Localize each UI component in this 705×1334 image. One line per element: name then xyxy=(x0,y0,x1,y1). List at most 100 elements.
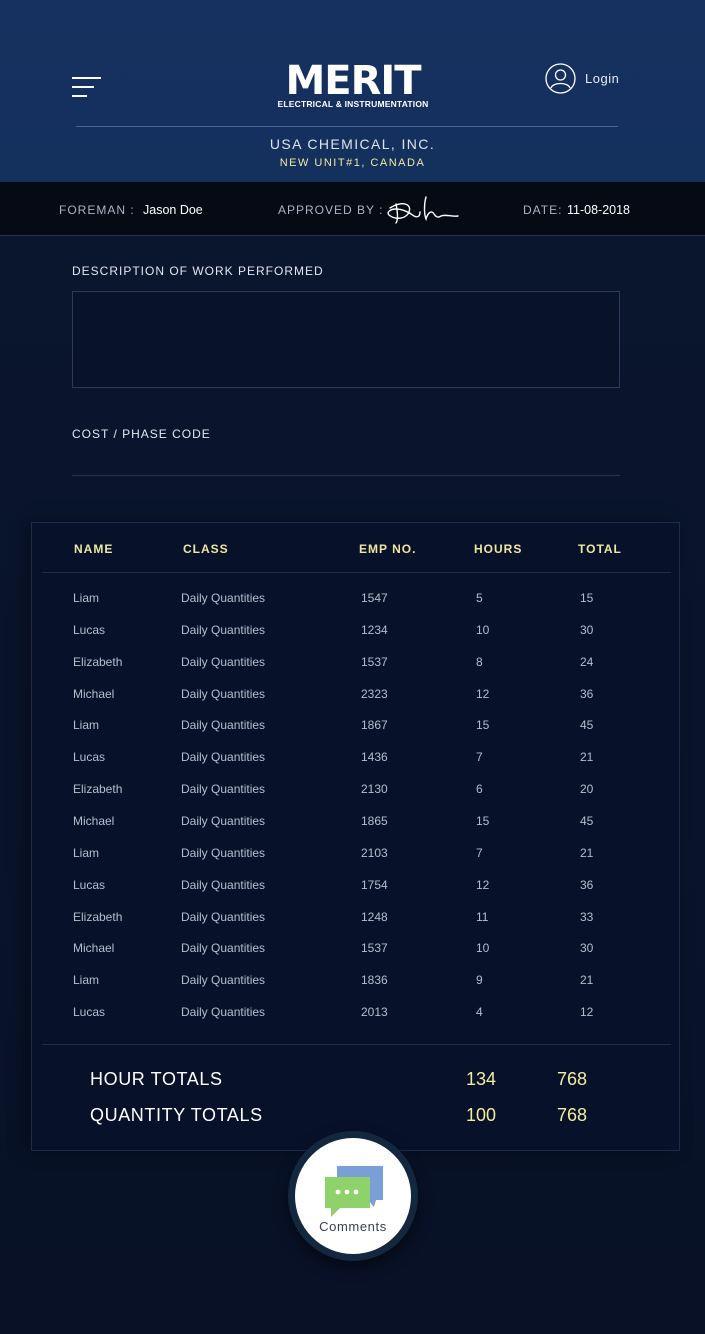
table-row: Liam Daily Quantities 1547 5 15 xyxy=(32,591,681,611)
cell-hours: 10 xyxy=(476,622,490,637)
cell-hours: 7 xyxy=(476,750,483,765)
cell-name: Lucas xyxy=(73,750,106,765)
cell-name: Lucas xyxy=(73,877,106,892)
info-bar: FOREMAN : Jason Doe APPROVED BY : DATE: … xyxy=(0,182,705,236)
cell-hours: 10 xyxy=(476,941,490,956)
cell-hours: 12 xyxy=(476,686,490,701)
description-field[interactable] xyxy=(72,291,620,388)
cell-hours: 15 xyxy=(476,813,490,828)
cell-hours: 5 xyxy=(476,591,483,605)
logo-text: MERIT xyxy=(285,58,421,104)
description-label: DESCRIPTION OF WORK PERFORMED xyxy=(72,264,324,278)
cell-hours: 12 xyxy=(476,877,490,892)
column-header-hours: HOURS xyxy=(474,542,523,556)
table-row: Liam Daily Quantities 1836 9 21 xyxy=(32,973,681,993)
table-row: Lucas Daily Quantities 1754 12 36 xyxy=(32,878,681,898)
cell-emp-no: 2323 xyxy=(361,686,388,701)
app-header: MERIT ELECTRICAL & INSTRUMENTATION Login… xyxy=(0,0,705,182)
table-row: Elizabeth Daily Quantities 1537 8 24 xyxy=(32,655,681,675)
cell-name: Lucas xyxy=(73,622,106,637)
cell-name: Liam xyxy=(73,591,100,605)
cell-name: Liam xyxy=(73,718,100,733)
timesheet-table: NAME CLASS EMP NO. HOURS TOTAL Liam Daily… xyxy=(31,522,680,1151)
cell-total: 15 xyxy=(580,591,594,605)
cell-emp-no: 1234 xyxy=(361,622,388,637)
table-row: Elizabeth Daily Quantities 2130 6 20 xyxy=(32,782,681,802)
cell-emp-no: 2013 xyxy=(361,1005,388,1020)
cell-class: Daily Quantities xyxy=(181,1005,266,1020)
cell-name: Liam xyxy=(73,845,100,860)
hour-totals-hours: 134 xyxy=(466,1069,497,1089)
table-header-divider xyxy=(42,572,671,573)
comments-button[interactable]: Comments xyxy=(295,1138,411,1254)
cell-total: 24 xyxy=(580,654,594,669)
cell-emp-no: 1547 xyxy=(361,591,388,605)
cell-emp-no: 1754 xyxy=(361,877,388,892)
cell-total: 45 xyxy=(580,718,594,733)
cost-phase-code-field[interactable] xyxy=(72,475,620,476)
cell-hours: 15 xyxy=(476,718,490,733)
cell-class: Daily Quantities xyxy=(181,909,266,924)
cell-emp-no: 1537 xyxy=(361,654,388,669)
cell-name: Elizabeth xyxy=(73,782,123,797)
header-divider xyxy=(76,126,618,127)
cell-total: 21 xyxy=(580,845,594,860)
cell-total: 21 xyxy=(580,973,594,988)
cell-class: Daily Quantities xyxy=(181,686,266,701)
table-row: Lucas Daily Quantities 1234 10 30 xyxy=(32,623,681,643)
table-row: Lucas Daily Quantities 1436 7 21 xyxy=(32,750,681,770)
column-header-emp-no: EMP NO. xyxy=(359,542,417,556)
foreman-value: Jason Doe xyxy=(143,203,203,217)
cell-name: Elizabeth xyxy=(73,909,123,924)
table-row: Liam Daily Quantities 1867 15 45 xyxy=(32,718,681,738)
approved-by-label: APPROVED BY : xyxy=(278,203,384,217)
cell-total: 30 xyxy=(580,941,594,956)
cell-emp-no: 1436 xyxy=(361,750,388,765)
cell-class: Daily Quantities xyxy=(181,654,266,669)
company-location: NEW UNIT#1, CANADA xyxy=(279,157,426,169)
table-row: Michael Daily Quantities 2323 12 36 xyxy=(32,687,681,707)
date-label: DATE: xyxy=(523,203,563,217)
cell-total: 12 xyxy=(580,1005,594,1020)
cell-class: Daily Quantities xyxy=(181,782,266,797)
cell-hours: 9 xyxy=(476,973,483,988)
cell-class: Daily Quantities xyxy=(181,941,266,956)
cell-total: 33 xyxy=(580,909,594,924)
cell-emp-no: 1537 xyxy=(361,941,388,956)
table-row: Michael Daily Quantities 1865 15 45 xyxy=(32,814,681,834)
logo-subtitle: ELECTRICAL & INSTRUMENTATION xyxy=(277,99,429,109)
cell-emp-no: 2130 xyxy=(361,782,388,797)
table-row: Michael Daily Quantities 1537 10 30 xyxy=(32,941,681,961)
comments-button-ring: Comments xyxy=(288,1131,418,1261)
cell-name: Lucas xyxy=(73,1005,106,1020)
cell-emp-no: 2103 xyxy=(361,845,388,860)
cell-class: Daily Quantities xyxy=(181,622,266,637)
cell-class: Daily Quantities xyxy=(181,591,266,605)
login-label: Login xyxy=(585,70,620,86)
cell-hours: 7 xyxy=(476,845,483,860)
cell-total: 21 xyxy=(580,750,594,765)
comments-label: Comments xyxy=(319,1219,387,1234)
chat-bubbles-icon xyxy=(325,1166,383,1217)
hamburger-menu-icon[interactable] xyxy=(72,77,102,99)
quantity-totals-label: QUANTITY TOTALS xyxy=(90,1105,263,1125)
cell-hours: 8 xyxy=(476,654,483,669)
column-header-class: CLASS xyxy=(183,542,229,556)
cell-class: Daily Quantities xyxy=(181,877,266,892)
quantity-totals-hours: 100 xyxy=(466,1105,497,1125)
cell-emp-no: 1836 xyxy=(361,973,388,988)
hour-totals-total: 768 xyxy=(557,1069,588,1089)
approver-signature xyxy=(387,196,459,224)
cell-name: Michael xyxy=(73,941,115,956)
merit-logo: MERIT ELECTRICAL & INSTRUMENTATION xyxy=(275,58,431,112)
foreman-label: FOREMAN : xyxy=(59,203,135,217)
cell-emp-no: 1867 xyxy=(361,718,388,733)
cell-total: 36 xyxy=(580,877,594,892)
quantity-totals-total: 768 xyxy=(557,1105,588,1125)
cell-name: Michael xyxy=(73,686,115,701)
cell-class: Daily Quantities xyxy=(181,813,266,828)
user-icon xyxy=(545,62,576,94)
cell-hours: 11 xyxy=(476,909,489,924)
login-button[interactable]: Login xyxy=(545,62,619,94)
cell-total: 30 xyxy=(580,622,594,637)
